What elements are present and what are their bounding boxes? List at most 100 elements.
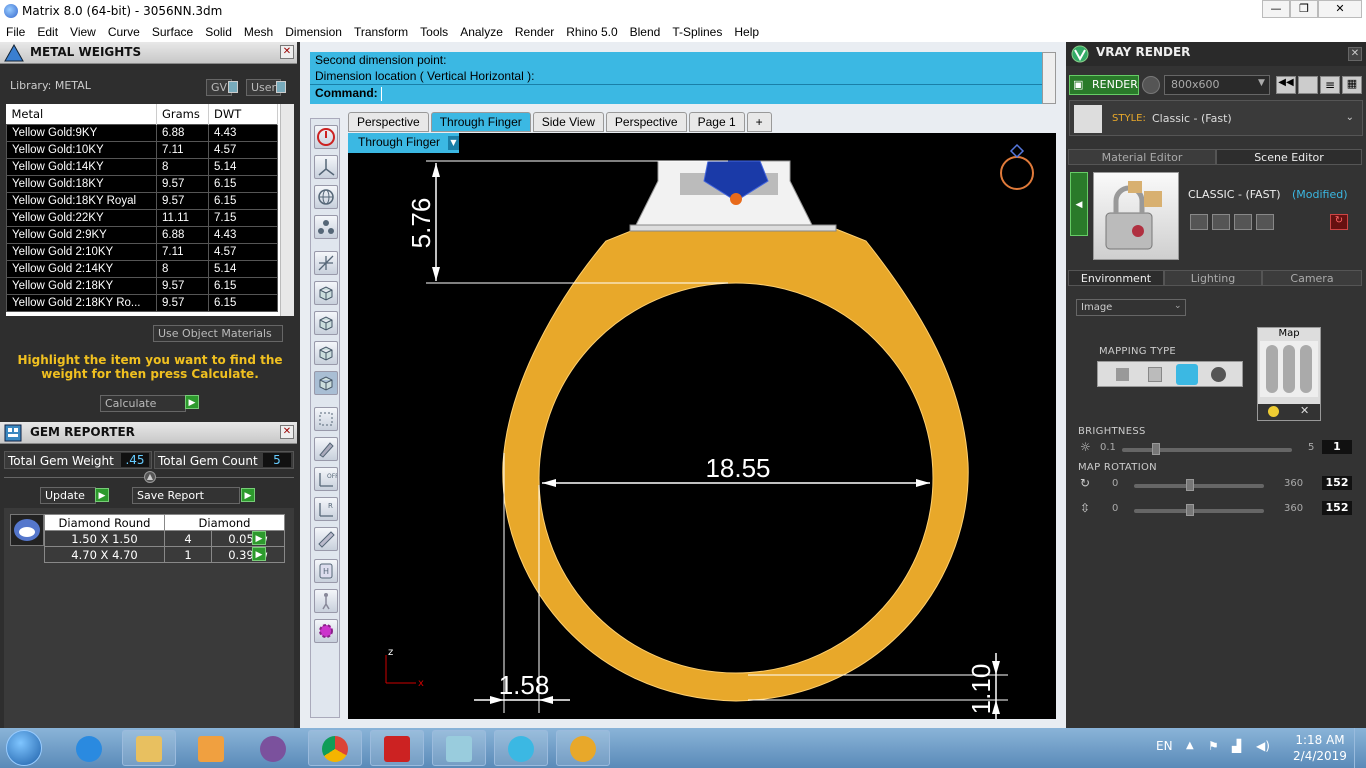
table-row[interactable]: Yellow Gold:18KY Royal 9.57 6.15: [6, 192, 278, 210]
ring-navigator-icon[interactable]: [1000, 143, 1034, 190]
table-row[interactable]: Yellow Gold:10KY 7.11 4.57: [6, 141, 278, 159]
menu-transform[interactable]: Transform: [348, 25, 414, 39]
viewport-through-finger[interactable]: Through Finger ▼ 5.76 18.55 1.58 1.10 z …: [348, 133, 1056, 719]
taskbar-matrix-icon[interactable]: [494, 730, 548, 766]
col-metal[interactable]: Metal: [6, 104, 157, 125]
network-icon[interactable]: ▟: [1232, 739, 1241, 753]
pencil-tool-icon[interactable]: [314, 437, 338, 461]
table-row[interactable]: Yellow Gold:18KY 9.57 6.15: [6, 175, 278, 193]
gear-tool-icon[interactable]: [314, 619, 338, 643]
teapot-icon[interactable]: [1142, 76, 1160, 94]
clear-map-icon[interactable]: ✕: [1300, 404, 1309, 417]
save-as-preset-icon[interactable]: [1212, 214, 1230, 230]
table-row[interactable]: Yellow Gold:9KY 6.88 4.43: [6, 124, 278, 142]
table-row[interactable]: 4.70 X 4.70 1 0.39tw: [44, 546, 286, 563]
taskbar-viber-icon[interactable]: [246, 730, 300, 766]
save-preset-icon[interactable]: [1190, 214, 1208, 230]
stop-tool-icon[interactable]: [314, 125, 338, 149]
measure-tool-icon[interactable]: [314, 527, 338, 551]
add-tab-button[interactable]: +: [746, 112, 772, 132]
calculate-arrow-icon[interactable]: ▶: [185, 395, 199, 409]
table-row[interactable]: Yellow Gold 2:9KY 6.88 4.43: [6, 226, 278, 244]
export-preset-icon[interactable]: [1256, 214, 1274, 230]
grid-tool-icon[interactable]: [314, 407, 338, 431]
close-button[interactable]: ✕: [1318, 0, 1362, 18]
menu-render[interactable]: Render: [509, 25, 560, 39]
snap-r-tool-icon[interactable]: R: [314, 497, 338, 521]
menu-surface[interactable]: Surface: [146, 25, 199, 39]
brightness-value[interactable]: 1: [1322, 440, 1352, 454]
command-scrollbar[interactable]: [1042, 52, 1056, 104]
tab-lighting[interactable]: Lighting: [1164, 270, 1262, 286]
color-picker-icon[interactable]: [1268, 406, 1279, 417]
planar-mapping-icon[interactable]: [1116, 368, 1129, 381]
taskbar-chrome-icon[interactable]: [308, 730, 362, 766]
user-toggle-icon[interactable]: [276, 81, 286, 93]
command-input[interactable]: [381, 86, 1032, 101]
maximize-button[interactable]: ❐: [1290, 0, 1318, 18]
gem-row-arrow-icon[interactable]: ▶: [252, 531, 266, 545]
environment-type-select[interactable]: Image: [1076, 299, 1186, 316]
menu-mesh[interactable]: Mesh: [238, 25, 279, 39]
taskbar-game-icon[interactable]: [370, 730, 424, 766]
figure-tool-icon[interactable]: [314, 589, 338, 613]
hide-tool-icon[interactable]: H: [314, 559, 338, 583]
vray-close-icon[interactable]: ✕: [1348, 47, 1362, 61]
table-row[interactable]: Yellow Gold 2:10KY 7.11 4.57: [6, 243, 278, 261]
tab-material-editor[interactable]: Material Editor: [1068, 149, 1216, 165]
tab-perspective[interactable]: Perspective: [348, 112, 429, 132]
gem-reporter-close-icon[interactable]: ✕: [280, 425, 294, 439]
table-row[interactable]: Yellow Gold 2:14KY 8 5.14: [6, 260, 278, 278]
menu-file[interactable]: File: [0, 25, 31, 39]
taskbar-ie-icon[interactable]: [62, 730, 116, 766]
taskbar-paint-icon[interactable]: [556, 730, 610, 766]
chevron-down-icon[interactable]: ⌄: [1174, 301, 1182, 311]
box-tool-4-icon[interactable]: [314, 371, 338, 395]
map-thumbnail-box[interactable]: Map ✕: [1257, 327, 1321, 421]
menu-help[interactable]: Help: [728, 25, 765, 39]
tray-expand-icon[interactable]: ▲: [1186, 740, 1194, 751]
save-report-button[interactable]: Save Report: [132, 487, 240, 504]
menu-analyze[interactable]: Analyze: [454, 25, 509, 39]
update-arrow-icon[interactable]: ▶: [95, 488, 109, 502]
grid-icon[interactable]: ▦: [1342, 76, 1362, 94]
tab-side-view[interactable]: Side View: [532, 112, 604, 132]
tab-environment[interactable]: Environment: [1068, 270, 1164, 286]
brightness-slider-knob[interactable]: [1152, 443, 1160, 455]
metal-table-scrollbar[interactable]: [280, 104, 294, 316]
tab-perspective-2[interactable]: Perspective: [605, 112, 687, 132]
flag-icon[interactable]: ⚑: [1208, 739, 1219, 753]
table-row[interactable]: Yellow Gold 2:18KY 9.57 6.15: [6, 277, 278, 295]
taskbar-explorer-icon[interactable]: [122, 730, 176, 766]
show-desktop-button[interactable]: [1354, 728, 1366, 768]
snap-off-tool-icon[interactable]: OFF: [314, 467, 339, 491]
calculate-button[interactable]: Calculate: [100, 395, 186, 412]
tab-scene-editor[interactable]: Scene Editor: [1216, 149, 1362, 165]
table-row[interactable]: Yellow Gold:22KY 11.11 7.15: [6, 209, 278, 227]
nodes-tool-icon[interactable]: [314, 215, 338, 239]
style-selector[interactable]: STYLE: Classic - (Fast) ⌄: [1069, 100, 1363, 136]
clock-time[interactable]: 1:18 AM: [1290, 733, 1350, 747]
menu-edit[interactable]: Edit: [31, 25, 64, 39]
diamond-thumbnail[interactable]: [10, 514, 44, 546]
resolution-select[interactable]: 800x600: [1164, 75, 1270, 95]
tab-camera[interactable]: Camera: [1262, 270, 1362, 286]
volume-icon[interactable]: ◀): [1256, 739, 1270, 753]
start-button[interactable]: [6, 730, 42, 766]
col-grams[interactable]: Grams: [156, 104, 209, 125]
spherical-mapping-icon[interactable]: [1176, 364, 1198, 385]
rotation1-slider[interactable]: [1134, 479, 1264, 491]
rotation2-slider[interactable]: [1134, 504, 1264, 516]
gem-row-arrow-icon[interactable]: ▶: [252, 547, 266, 561]
collapse-arrow-icon[interactable]: ◀: [1070, 172, 1088, 236]
transform-tool-icon[interactable]: [314, 251, 338, 275]
rotation1-value[interactable]: 152: [1322, 476, 1352, 490]
update-button[interactable]: Update: [40, 487, 96, 504]
list-icon[interactable]: ≡: [1320, 76, 1340, 94]
cube-mapping-icon[interactable]: [1148, 367, 1162, 382]
minimize-button[interactable]: —: [1262, 0, 1290, 18]
menu-dimension[interactable]: Dimension: [279, 25, 348, 39]
taskbar-media-icon[interactable]: [184, 730, 238, 766]
axis-tool-icon[interactable]: [314, 155, 338, 179]
taskbar-notes-icon[interactable]: [432, 730, 486, 766]
